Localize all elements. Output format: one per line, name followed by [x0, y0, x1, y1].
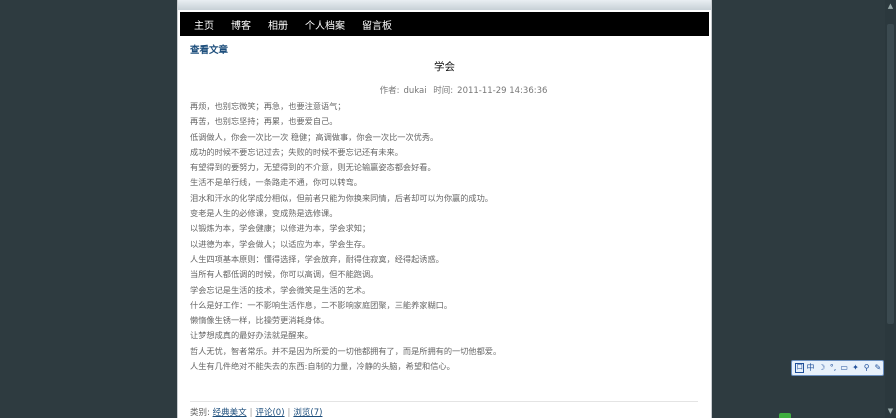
article-line: 再烦，也别忘微笑；再急，也要注意语气；: [190, 101, 346, 111]
article-line: 变老是人生的必修课，变成熟是选修课。: [190, 208, 338, 219]
scroll-up-icon[interactable]: ▲: [886, 2, 895, 11]
article-line: 生活不是单行线，一条路走不通，你可以转弯。: [190, 177, 362, 188]
article-meta: 作者: dukai 时间: 2011-11-29 14:36:36: [178, 84, 711, 96]
article-line: 人生四项基本原则：懂得选择，学会放弃，耐得住寂寞，经得起诱惑。: [190, 253, 444, 264]
ime-tools-icon[interactable]: ✦: [850, 362, 860, 374]
ime-punctuation-icon[interactable]: °,: [828, 362, 838, 374]
article-line: 有望得到的要努力，无望得到的不介意，则无论输赢姿态都会好看。: [190, 162, 436, 173]
ime-settings-icon[interactable]: ✎: [873, 362, 883, 374]
nav-blog[interactable]: 博客: [231, 17, 251, 32]
category-label: 类别:: [190, 408, 210, 418]
scroll-down-icon[interactable]: ▼: [886, 407, 895, 416]
author-label: 作者:: [379, 86, 400, 96]
ime-toolbar: 囗 中 ☽ °, ▭ ✦ ⚲ ✎: [791, 360, 884, 376]
comments-link[interactable]: 评论(0): [255, 408, 284, 418]
article-line: 再苦，也别忘坚持；再累，也要爱自己。: [190, 116, 338, 127]
footer-separator: |: [249, 408, 253, 418]
nav-album[interactable]: 相册: [268, 17, 288, 32]
article-line: 低调做人，你会一次比一次 稳健；高调做事，你会一次比一次优秀。: [190, 131, 439, 142]
taskbar-indicator: [779, 413, 791, 418]
article-footer: 类别: 经典美文 | 评论(0) | 浏览(7): [190, 406, 322, 418]
article-line: 懒惰像生锈一样，比操劳更消耗身体。: [190, 315, 330, 326]
article-line: 让梦想成真的最好办法就是醒来。: [190, 330, 313, 341]
ime-mode-chinese[interactable]: 中: [805, 362, 815, 374]
nav-profile[interactable]: 个人档案: [305, 17, 345, 32]
article-line: 以锻炼为本，学会健康；以修进为本，学会求知；: [190, 223, 371, 234]
time-label: 时间:: [433, 86, 454, 96]
nav-guestbook[interactable]: 留言板: [362, 17, 392, 32]
article-line: 以进德为本，学会做人；以适应为本，学会生存。: [190, 238, 371, 249]
ime-logo-icon[interactable]: 囗: [795, 363, 805, 373]
category-link[interactable]: 经典美文: [213, 408, 247, 418]
article-line: 成功的时候不要忘记过去；失败的时候不要忘记还有未来。: [190, 146, 403, 157]
section-title: 查看文章: [190, 45, 229, 56]
nav-home[interactable]: 主页: [194, 17, 214, 32]
article-line: 人生有几件绝对不能失去的东西:自制的力量，冷静的头脑，希望和信心。: [190, 361, 455, 372]
article-title: 学会: [434, 61, 455, 73]
article-line: 哲人无忧，智者常乐。并不是因为所爱的一切他都拥有了，而是所拥有的一切他都爱。: [190, 345, 502, 356]
blog-page: 主页 博客 相册 个人档案 留言板 查看文章 学会 作者: dukai 时间: 20…: [177, 0, 712, 418]
footer-divider: [190, 401, 698, 402]
ime-menu-icon[interactable]: ⚲: [862, 362, 872, 374]
article-line: 学会忘记是生活的技术，学会微笑是生活的艺术。: [190, 284, 371, 295]
ime-moon-icon[interactable]: ☽: [817, 362, 827, 374]
ime-keyboard-icon[interactable]: ▭: [839, 362, 849, 374]
article-line: 当所有人都低调的时候，你可以高调，但不能跑调。: [190, 269, 379, 280]
footer-separator: |: [287, 408, 291, 418]
post-time: 2011-11-29 14:36:36: [457, 86, 548, 96]
views-link[interactable]: 浏览(7): [293, 408, 322, 418]
header-strip: [178, 0, 711, 10]
author-name: dukai: [403, 86, 427, 96]
article-body: 再烦，也别忘微笑；再急，也要注意语气； 再苦，也别忘坚持；再累，也要爱自己。 低…: [190, 99, 700, 374]
scroll-thumb[interactable]: [887, 24, 894, 324]
article-line: 什么是好工作：一不影响生活作息，二不影响家庭团聚，三能养家糊口。: [190, 299, 453, 310]
vertical-scrollbar[interactable]: ▲ ▼: [885, 0, 896, 418]
article-line: 泪水和汗水的化学成分相似，但前者只能为你换来同情，后者却可以为你赢的成功。: [190, 192, 493, 203]
nav-bar: 主页 博客 相册 个人档案 留言板: [180, 12, 709, 36]
